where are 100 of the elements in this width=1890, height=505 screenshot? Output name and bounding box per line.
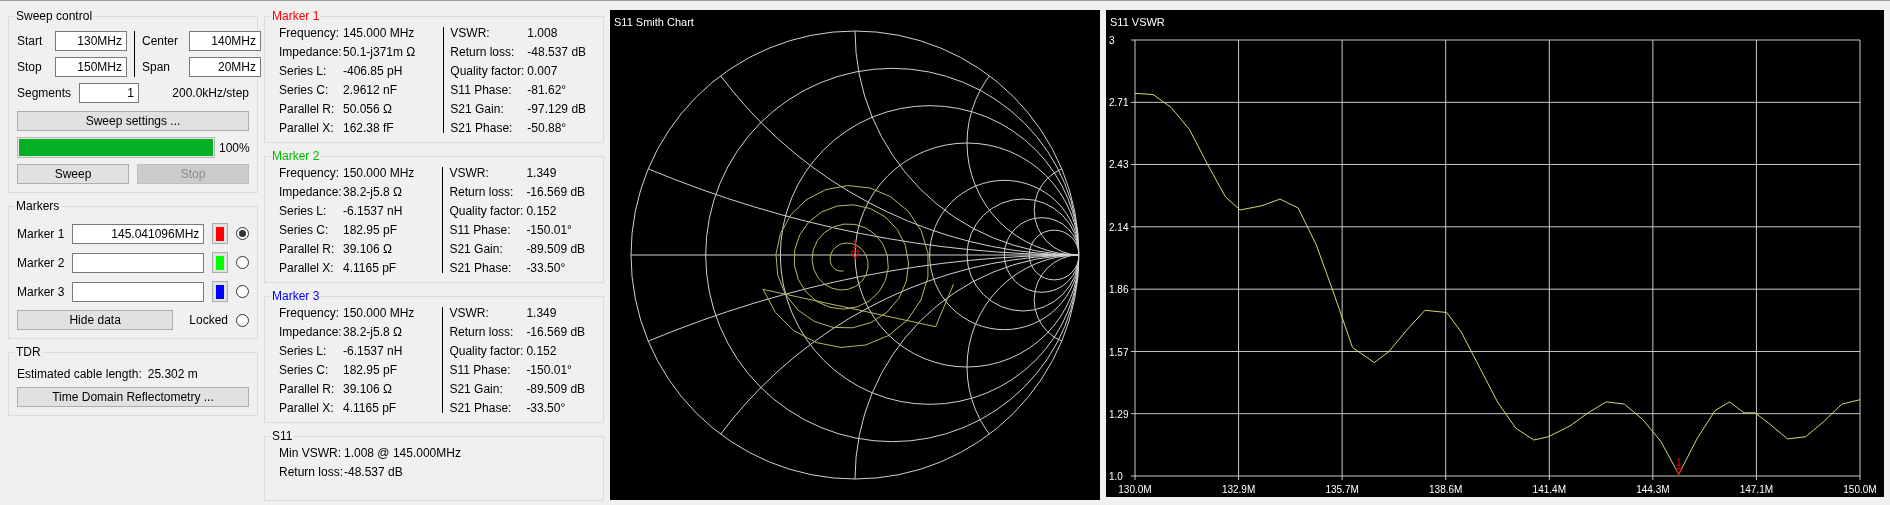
axis-tick-label: 135.7M bbox=[1325, 484, 1359, 495]
data-label: Return loss: bbox=[450, 44, 516, 60]
input-field[interactable]: 130MHz bbox=[55, 31, 127, 51]
data-value: 1.349 bbox=[526, 305, 558, 321]
progress-reading: 100% bbox=[219, 140, 249, 155]
data-value: -33.50° bbox=[526, 260, 567, 276]
step-size-text: 200.0kHz/step bbox=[172, 86, 249, 100]
data-label: S11 Phase: bbox=[449, 362, 512, 378]
data-value: -16.569 dB bbox=[526, 324, 586, 340]
data-label: Quality factor: bbox=[450, 63, 526, 79]
data-label: Series L: bbox=[279, 203, 328, 219]
data-value: -97.129 dB bbox=[527, 101, 587, 117]
data-value: 0.152 bbox=[526, 343, 558, 359]
axis-tick-label: 144.3M bbox=[1636, 484, 1670, 495]
field-label: Center bbox=[142, 34, 180, 48]
field-label: Stop bbox=[17, 60, 43, 74]
axis-tick-label: 150.0M bbox=[1843, 484, 1877, 495]
data-label: Parallel X: bbox=[279, 260, 335, 276]
chart-title: S11 VSWR bbox=[1110, 16, 1165, 28]
marker-label: 1 bbox=[852, 239, 858, 250]
data-value: 4.1165 pF bbox=[343, 400, 398, 416]
chart-title: S11 Smith Chart bbox=[614, 16, 694, 28]
data-value: 182.95 pF bbox=[343, 222, 399, 238]
data-label: S21 Phase: bbox=[450, 120, 514, 136]
data-value: -16.569 dB bbox=[526, 184, 586, 200]
data-value: 162.38 fF bbox=[343, 120, 395, 136]
data-label: Frequency: bbox=[279, 305, 341, 321]
data-value: 150.000 MHz bbox=[343, 305, 415, 321]
axis-tick-label: 1.86 bbox=[1109, 284, 1129, 296]
field-label: Segments bbox=[17, 86, 72, 100]
data-label: S11 Phase: bbox=[449, 222, 512, 238]
data-value: 0.007 bbox=[527, 63, 559, 79]
data-label: Return loss: bbox=[449, 324, 515, 340]
data-value: 2.9612 nF bbox=[343, 82, 399, 98]
input-field[interactable]: 150MHz bbox=[55, 57, 127, 77]
data-label: Series C: bbox=[279, 362, 330, 378]
data-label: Frequency: bbox=[279, 165, 341, 181]
marker-frequency-field[interactable] bbox=[72, 281, 205, 302]
data-label: S21 Phase: bbox=[449, 400, 513, 416]
marker-label: Marker 3 bbox=[17, 284, 65, 299]
hide-data-button[interactable]: Hide data bbox=[17, 310, 174, 330]
axis-tick-label: 2.14 bbox=[1109, 221, 1129, 233]
data-label: Parallel X: bbox=[279, 120, 335, 136]
radio-button[interactable] bbox=[236, 285, 249, 298]
data-value: -150.01° bbox=[526, 362, 573, 378]
data-value: 39.106 Ω bbox=[343, 241, 393, 257]
sweep-settings-button[interactable]: Sweep settings ... bbox=[17, 111, 249, 131]
marker-color-button[interactable] bbox=[212, 223, 228, 244]
data-label: Return loss: bbox=[279, 464, 344, 480]
data-value: -89.509 dB bbox=[526, 241, 586, 257]
marker-icon bbox=[1675, 467, 1683, 475]
data-value: -6.1537 nH bbox=[343, 203, 404, 219]
marker-frequency-field[interactable]: 145.041096MHz bbox=[72, 223, 205, 244]
data-label: S21 Phase: bbox=[449, 260, 513, 276]
marker-color-button[interactable] bbox=[212, 281, 228, 302]
data-label: Series L: bbox=[279, 63, 328, 79]
data-value: 4.1165 pF bbox=[343, 260, 398, 276]
data-label: S21 Gain: bbox=[450, 101, 505, 117]
tdr-button[interactable]: Time Domain Reflectometry ... bbox=[17, 387, 249, 407]
data-label: VSWR: bbox=[449, 305, 490, 321]
data-value: 50.1-j371m Ω bbox=[343, 44, 416, 60]
marker-frequency-field[interactable] bbox=[72, 252, 205, 273]
group-title: TDR bbox=[15, 345, 42, 359]
axis-tick-label: 141.4M bbox=[1532, 484, 1566, 495]
axis-tick-label: 1.29 bbox=[1109, 408, 1129, 420]
data-label: Quality factor: bbox=[449, 203, 525, 219]
input-field[interactable]: 20MHz bbox=[189, 57, 261, 77]
data-label: Series C: bbox=[279, 82, 330, 98]
data-value: -406.85 pH bbox=[343, 63, 404, 79]
axis-tick-label: 147.1M bbox=[1739, 484, 1774, 495]
radio-button[interactable] bbox=[236, 256, 249, 269]
data-value: 150.000 MHz bbox=[343, 165, 415, 181]
data-label: Parallel R: bbox=[279, 101, 336, 117]
data-value: -48.537 dB bbox=[344, 464, 404, 480]
data-label: Parallel R: bbox=[279, 381, 336, 397]
data-value: -150.01° bbox=[526, 222, 573, 238]
data-value: -6.1537 nH bbox=[343, 343, 404, 359]
input-field[interactable]: 1 bbox=[79, 83, 140, 103]
data-label: VSWR: bbox=[450, 25, 491, 41]
field-label: Start bbox=[17, 34, 44, 48]
axis-tick-label: 3 bbox=[1109, 35, 1115, 46]
marker-color-button[interactable] bbox=[212, 252, 228, 273]
data-label: Return loss: bbox=[449, 184, 515, 200]
input-field[interactable]: 140MHz bbox=[189, 31, 261, 51]
sweep-action-button[interactable]: Sweep bbox=[17, 164, 129, 184]
data-label: S21 Gain: bbox=[449, 381, 504, 397]
data-value: 38.2-j5.8 Ω bbox=[343, 184, 403, 200]
cable-length-value: 25.302 m bbox=[147, 367, 198, 381]
data-value: 145.000 MHz bbox=[343, 25, 416, 41]
axis-tick-label: 2.71 bbox=[1109, 97, 1129, 109]
data-value: 1.008 @ 145.000MHz bbox=[344, 445, 462, 461]
data-label: Parallel X: bbox=[279, 400, 335, 416]
locked-label: Locked bbox=[189, 313, 228, 327]
marker-data-title: Marker 3 bbox=[271, 289, 321, 303]
marker-label: Marker 2 bbox=[17, 255, 65, 270]
radio-button[interactable] bbox=[236, 227, 249, 240]
radio-button[interactable] bbox=[236, 313, 249, 327]
data-value: -81.62° bbox=[527, 82, 568, 98]
group-title: S11 bbox=[271, 429, 294, 443]
data-label: Min VSWR: bbox=[279, 445, 342, 461]
